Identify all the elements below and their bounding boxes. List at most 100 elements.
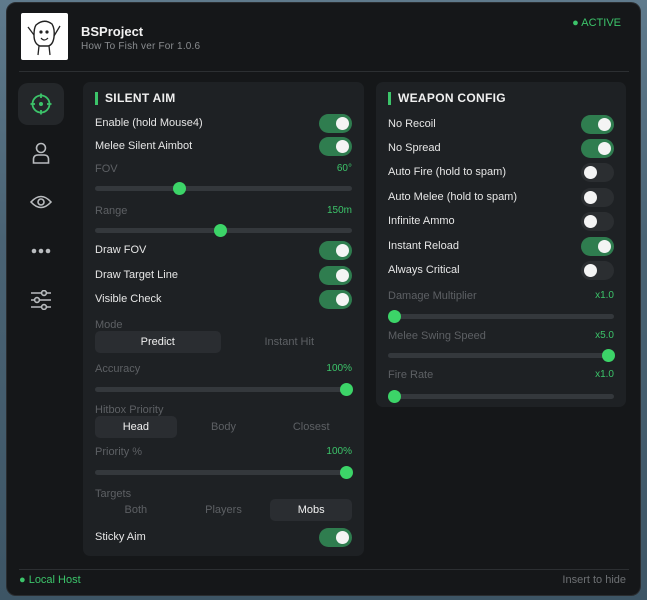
targets-selector: Both Players Mobs (95, 499, 353, 521)
targets-option-players[interactable]: Players (183, 499, 265, 521)
sticky-aim-row: Sticky Aim (95, 528, 352, 548)
header-divider (19, 71, 629, 72)
hitbox-label: Hitbox Priority (95, 404, 164, 416)
range-slider[interactable] (95, 223, 352, 237)
accuracy-label: Accuracy (95, 363, 141, 375)
nav-visuals[interactable] (18, 181, 64, 223)
nav-settings[interactable] (18, 279, 64, 321)
melee-aimbot-toggle[interactable] (319, 137, 352, 156)
main-window: BSProject How To Fish ver For 1.0.6 ● AC… (6, 2, 641, 596)
silent-aim-title: SILENT AIM (95, 92, 176, 105)
slider-thumb[interactable] (173, 182, 187, 195)
instant-reload-toggle[interactable] (581, 237, 614, 256)
toggle-knob (336, 293, 349, 306)
draw-target-label: Draw Target Line (95, 269, 178, 281)
priority-value: 100% (326, 446, 352, 457)
mode-label: Mode (95, 319, 123, 331)
infinite-ammo-toggle[interactable] (581, 212, 614, 231)
hide-hint: Insert to hide (562, 574, 626, 586)
toggle-knob (584, 264, 597, 277)
enable-toggle[interactable] (319, 114, 352, 133)
always-critical-label: Always Critical (388, 264, 460, 276)
auto-fire-row: Auto Fire (hold to spam) (388, 163, 614, 183)
mode-option-predict[interactable]: Predict (95, 331, 221, 353)
draw-target-toggle[interactable] (319, 266, 352, 285)
sliders-icon (31, 290, 51, 310)
toggle-knob (336, 117, 349, 130)
hitbox-selector: Head Body Closest (95, 416, 352, 438)
instant-reload-label: Instant Reload (388, 240, 459, 252)
connection-status: ● Local Host (19, 574, 81, 586)
mode-option-instant-hit[interactable]: Instant Hit (227, 331, 353, 353)
status-indicator: ● ACTIVE (572, 17, 621, 29)
visible-check-toggle[interactable] (319, 290, 352, 309)
app-subtitle: How To Fish ver For 1.0.6 (81, 41, 201, 52)
nav-player[interactable] (18, 132, 64, 174)
damage-multiplier-row: Damage Multiplier x1.0 (388, 287, 614, 307)
slider-track (388, 314, 614, 319)
accuracy-row: Accuracy 100% (95, 360, 352, 380)
toggle-knob (598, 142, 611, 155)
weapon-config-panel: WEAPON CONFIG No Recoil No Spread Auto F… (376, 82, 626, 407)
slider-thumb[interactable] (602, 349, 615, 362)
fire-rate-slider[interactable] (388, 389, 614, 403)
infinite-ammo-row: Infinite Ammo (388, 212, 614, 232)
weapon-config-title: WEAPON CONFIG (388, 92, 506, 105)
draw-fov-label: Draw FOV (95, 244, 147, 256)
footer-divider (19, 569, 629, 570)
hitbox-option-body[interactable]: Body (183, 416, 265, 438)
melee-swing-value: x5.0 (595, 330, 614, 341)
auto-fire-toggle[interactable] (581, 163, 614, 182)
no-recoil-label: No Recoil (388, 118, 436, 130)
instant-reload-row: Instant Reload (388, 237, 614, 257)
slider-thumb[interactable] (388, 310, 401, 323)
draw-target-row: Draw Target Line (95, 266, 352, 286)
no-spread-row: No Spread (388, 139, 614, 159)
fov-slider[interactable] (95, 181, 352, 195)
toggle-knob (598, 240, 611, 253)
visible-check-row: Visible Check (95, 290, 352, 310)
accuracy-slider[interactable] (95, 382, 353, 396)
draw-fov-toggle[interactable] (319, 241, 352, 260)
visible-check-label: Visible Check (95, 293, 162, 305)
priority-row: Priority % 100% (95, 443, 352, 463)
always-critical-row: Always Critical (388, 261, 614, 281)
nav-aim[interactable] (18, 83, 64, 125)
toggle-knob (598, 118, 611, 131)
no-recoil-toggle[interactable] (581, 115, 614, 134)
infinite-ammo-label: Infinite Ammo (388, 215, 455, 227)
hitbox-option-head[interactable]: Head (95, 416, 177, 438)
slider-thumb[interactable] (340, 466, 353, 479)
slider-thumb[interactable] (340, 383, 353, 396)
user-icon (32, 142, 50, 164)
damage-multiplier-slider[interactable] (388, 309, 614, 323)
targets-option-mobs[interactable]: Mobs (270, 499, 353, 521)
slider-thumb[interactable] (388, 390, 401, 403)
hitbox-option-closest[interactable]: Closest (270, 416, 352, 438)
targets-option-both[interactable]: Both (95, 499, 177, 521)
no-spread-toggle[interactable] (581, 139, 614, 158)
more-icon (31, 248, 51, 254)
enable-row: Enable (hold Mouse4) (95, 114, 352, 134)
melee-swing-slider[interactable] (388, 348, 615, 362)
auto-melee-toggle[interactable] (581, 188, 614, 207)
melee-aimbot-row: Melee Silent Aimbot (95, 137, 352, 157)
fire-rate-value: x1.0 (595, 369, 614, 380)
fov-value: 60° (336, 163, 352, 174)
melee-aimbot-label: Melee Silent Aimbot (95, 140, 193, 152)
damage-multiplier-value: x1.0 (595, 290, 614, 301)
draw-fov-row: Draw FOV (95, 241, 352, 261)
always-critical-toggle[interactable] (581, 261, 614, 280)
melee-swing-row: Melee Swing Speed x5.0 (388, 327, 614, 347)
priority-slider[interactable] (95, 465, 353, 479)
slider-thumb[interactable] (213, 224, 227, 237)
eye-icon (30, 195, 52, 209)
slider-track (95, 387, 352, 392)
priority-label: Priority % (95, 446, 143, 458)
sticky-aim-toggle[interactable] (319, 528, 352, 547)
auto-fire-label: Auto Fire (hold to spam) (388, 166, 506, 178)
toggle-knob (336, 244, 349, 257)
nav-misc[interactable] (18, 230, 64, 272)
auto-melee-label: Auto Melee (hold to spam) (388, 191, 518, 203)
silent-aim-panel: SILENT AIM Enable (hold Mouse4) Melee Si… (83, 82, 364, 556)
